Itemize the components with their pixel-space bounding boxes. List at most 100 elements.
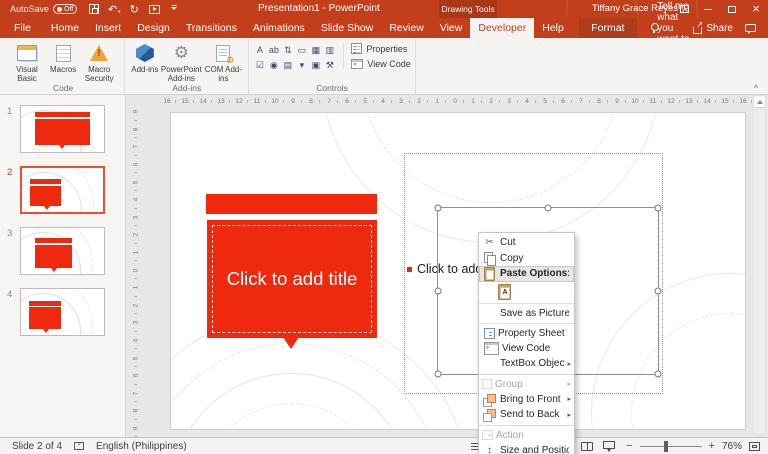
slide-thumbnail[interactable] bbox=[20, 105, 105, 153]
tab-format[interactable]: Format bbox=[578, 18, 637, 38]
tell-me-box[interactable]: Tell me what you want to do bbox=[650, 1, 693, 56]
thumbnail-title-box bbox=[35, 118, 90, 149]
slide-thumbnail-1[interactable]: 1 bbox=[7, 105, 121, 153]
image-control-icon[interactable]: ▦ bbox=[309, 44, 322, 56]
paste-keep-source-formatting-button[interactable] bbox=[479, 282, 574, 301]
checkbox-control-icon[interactable]: ☑ bbox=[253, 59, 266, 71]
resize-handle-e[interactable] bbox=[654, 287, 662, 295]
label-control-icon[interactable]: A bbox=[253, 44, 266, 56]
ribbon-group-addins: Add-ins PowerPoint Add-ins COM Add-ins bbox=[125, 38, 250, 94]
properties-button[interactable]: Properties bbox=[351, 43, 410, 54]
resize-handle-ne[interactable] bbox=[654, 204, 662, 212]
language-label[interactable]: English (Philippines) bbox=[96, 441, 187, 452]
collapse-ribbon-button[interactable]: ^ bbox=[754, 84, 758, 93]
resize-handle-sw[interactable] bbox=[434, 370, 442, 378]
textbox-control-icon[interactable]: ab bbox=[267, 44, 280, 56]
macro-security-icon bbox=[90, 45, 109, 61]
menu-item-bring-to-front[interactable]: Bring to Front ▸ bbox=[479, 392, 574, 408]
com-addins-button[interactable]: COM Add-ins bbox=[202, 40, 244, 84]
customize-qat-icon[interactable] bbox=[166, 2, 182, 16]
menu-item-view-code[interactable]: View Code bbox=[479, 341, 574, 357]
close-icon bbox=[752, 0, 760, 18]
comments-button[interactable] bbox=[745, 18, 756, 38]
menu-item-send-to-back[interactable]: Send to Back ▸ bbox=[479, 407, 574, 423]
slide-thumbnail[interactable] bbox=[20, 227, 105, 275]
option-button-control-icon[interactable]: ◉ bbox=[267, 59, 280, 71]
menu-item-paste-options[interactable]: Paste Options: bbox=[479, 266, 574, 282]
view-code-icon bbox=[351, 59, 364, 69]
title-placeholder[interactable]: Click to add title bbox=[207, 220, 377, 338]
addins-button[interactable]: Add-ins bbox=[129, 40, 160, 84]
ribbon-display-options-icon[interactable] bbox=[672, 0, 696, 18]
horizontal-ruler[interactable]: 16 15 14 13 12 11 10 9 8 7 6 5 4 3 2 1 0 1 2 3 4 5 6 7 8 9 10 11 12 1… bbox=[158, 96, 754, 108]
slide-thumbnail[interactable] bbox=[20, 288, 105, 336]
redo-icon[interactable] bbox=[126, 2, 142, 16]
resize-handle-n[interactable] bbox=[544, 204, 552, 212]
powerpoint-addins-button[interactable]: PowerPoint Add-ins bbox=[160, 40, 202, 84]
slide-thumbnail-3[interactable]: 3 bbox=[7, 227, 121, 275]
tab-file[interactable]: File bbox=[2, 18, 43, 38]
autosave-toggle[interactable]: Off bbox=[53, 4, 78, 14]
tab-transitions[interactable]: Transitions bbox=[178, 18, 245, 38]
fit-slide-to-window-button[interactable] bbox=[749, 441, 760, 451]
menu-item-property-sheet[interactable]: Property Sheet bbox=[479, 322, 574, 341]
combobox-control-icon[interactable]: ▾ bbox=[295, 59, 308, 71]
menu-item-cut[interactable]: Cut bbox=[479, 235, 574, 251]
share-button[interactable]: Share bbox=[693, 18, 733, 38]
maximize-icon[interactable] bbox=[720, 0, 744, 18]
zoom-slider[interactable] bbox=[639, 440, 702, 452]
resize-handle-w[interactable] bbox=[434, 287, 442, 295]
resize-handle-se[interactable] bbox=[654, 370, 662, 378]
menu-item-group[interactable]: Group ▸ bbox=[479, 373, 574, 392]
spin-button-control-icon[interactable]: ⇅ bbox=[281, 44, 294, 56]
more-controls-icon[interactable]: ⚒ bbox=[323, 59, 336, 71]
menu-item-save-as-picture[interactable]: Save as Picture... bbox=[479, 302, 574, 321]
tab-view[interactable]: View bbox=[432, 18, 471, 38]
scroll-up-button[interactable] bbox=[753, 95, 766, 108]
view-code-button[interactable]: View Code bbox=[351, 59, 411, 69]
zoom-in-button[interactable]: + bbox=[709, 440, 715, 452]
command-button-control-icon[interactable]: ▭ bbox=[295, 44, 308, 56]
slide-thumbnail[interactable] bbox=[20, 166, 105, 214]
thumbnail-number: 2 bbox=[7, 167, 13, 178]
menu-item-action[interactable]: Action bbox=[479, 424, 574, 443]
zoom-percent[interactable]: 76% bbox=[722, 441, 742, 452]
start-from-beginning-icon[interactable] bbox=[146, 2, 162, 16]
save-icon[interactable] bbox=[86, 2, 102, 16]
vertical-ruler[interactable]: 9876543210123456789 bbox=[129, 103, 142, 437]
tab-developer[interactable]: Developer bbox=[470, 18, 535, 38]
slide-indicator: Slide 2 of 4 bbox=[12, 440, 63, 452]
tab-help[interactable]: Help bbox=[534, 18, 572, 38]
tab-slide-show[interactable]: Slide Show bbox=[313, 18, 382, 38]
title-accent-strip[interactable] bbox=[206, 194, 377, 214]
tab-design[interactable]: Design bbox=[129, 18, 178, 38]
undo-icon[interactable] bbox=[106, 2, 122, 16]
tab-animations[interactable]: Animations bbox=[245, 18, 313, 38]
tab-insert[interactable]: Insert bbox=[87, 18, 129, 38]
slide-thumbnail-2[interactable]: 2 bbox=[7, 166, 121, 214]
slideshow-icon[interactable] bbox=[599, 439, 619, 454]
slide-thumbnail-4[interactable]: 4 bbox=[7, 288, 121, 336]
resize-handle-nw[interactable] bbox=[434, 204, 442, 212]
close-icon[interactable] bbox=[744, 0, 768, 18]
vertical-scrollbar[interactable] bbox=[753, 109, 766, 435]
menu-item-copy[interactable]: Copy bbox=[479, 251, 574, 267]
zoom-out-button[interactable]: − bbox=[626, 440, 632, 452]
slide-canvas[interactable]: Click to add title Click to add text bbox=[170, 112, 746, 430]
macro-security-button[interactable]: Macro Security bbox=[78, 40, 120, 84]
scrollbar-control-icon[interactable]: ▥ bbox=[323, 44, 336, 56]
minimize-icon[interactable] bbox=[696, 0, 720, 18]
tab-review[interactable]: Review bbox=[381, 18, 431, 38]
listbox-control-icon[interactable]: ▤ bbox=[281, 59, 294, 71]
zoom-slider-thumb[interactable] bbox=[663, 440, 668, 452]
proofing-language-icon[interactable] bbox=[74, 441, 85, 450]
menu-item-textbox-object[interactable]: TextBox Object ▸ bbox=[479, 356, 574, 372]
visual-basic-button[interactable]: Visual Basic bbox=[6, 40, 48, 84]
toggle-button-control-icon[interactable]: ▣ bbox=[309, 59, 322, 71]
menu-item-size-and-position[interactable]: Size and Position... bbox=[479, 443, 574, 454]
thumbnail-title-strip bbox=[29, 300, 61, 306]
view-code-icon bbox=[484, 341, 499, 355]
reading-view-icon[interactable] bbox=[577, 439, 597, 454]
macros-button[interactable]: Macros bbox=[48, 40, 78, 84]
tab-home[interactable]: Home bbox=[43, 18, 87, 38]
